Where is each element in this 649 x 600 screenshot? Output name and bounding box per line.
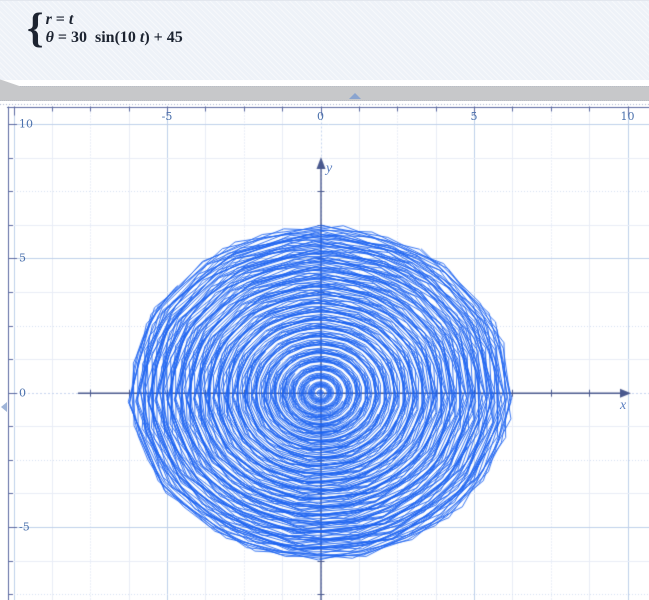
splitter-bar[interactable] bbox=[0, 86, 649, 101]
equation-panel[interactable]: { r = t θ = 30 sin(10 t) + 45 bbox=[0, 0, 649, 80]
y-axis-tick-label: 5 bbox=[19, 252, 26, 265]
equation-segment: t bbox=[69, 11, 73, 28]
equation-line-r: r = t bbox=[46, 11, 183, 29]
graph-canvas[interactable] bbox=[0, 101, 649, 600]
equation-system: { r = t θ = 30 sin(10 t) + 45 bbox=[27, 9, 183, 49]
x-axis-tick-label: -5 bbox=[162, 110, 173, 123]
x-axis-label: x bbox=[620, 398, 626, 414]
y-axis-tick-label: 10 bbox=[19, 118, 33, 131]
equation-lines: r = t θ = 30 sin(10 t) + 45 bbox=[46, 11, 183, 47]
x-axis-tick-label: 0 bbox=[317, 110, 324, 123]
equation-brace: { bbox=[27, 9, 44, 49]
splitter-left-cap bbox=[0, 79, 20, 98]
graphing-app-window: { r = t θ = 30 sin(10 t) + 45 x y -50510… bbox=[0, 0, 649, 600]
left-collapse-left-triangle-icon[interactable] bbox=[1, 402, 7, 412]
graph-region: x y -5 0 5 10 10 5 0 -5 bbox=[0, 101, 649, 600]
x-axis-tick-label: 5 bbox=[471, 110, 478, 123]
panel-splitter[interactable] bbox=[0, 79, 649, 101]
x-axis-tick-label: 10 bbox=[621, 110, 635, 123]
equation-segment: ) + 45 bbox=[144, 29, 182, 46]
equation-segment: θ bbox=[46, 29, 54, 46]
equation-line-theta: θ = 30 sin(10 t) + 45 bbox=[46, 29, 183, 47]
equation-segment: = 30 sin(10 bbox=[54, 29, 140, 46]
y-axis-label: y bbox=[326, 161, 332, 177]
equation-segment: = bbox=[52, 11, 69, 28]
y-axis-tick-label: -5 bbox=[19, 520, 30, 533]
splitter-collapse-up-triangle-icon[interactable] bbox=[349, 93, 361, 99]
y-axis-tick-label: 0 bbox=[19, 386, 26, 399]
